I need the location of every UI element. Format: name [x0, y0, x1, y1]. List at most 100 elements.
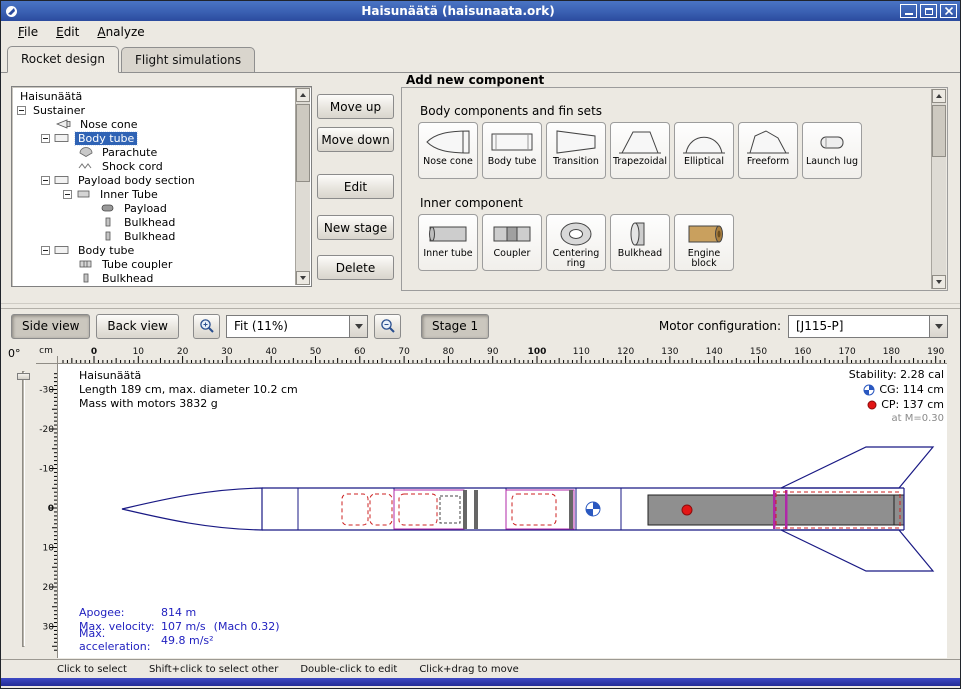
apogee-value: 814 m [161, 606, 196, 619]
add-inner-tube-button[interactable]: Inner tube [418, 214, 478, 271]
delete-button[interactable]: Delete [317, 255, 394, 280]
tree-item-shock-cord[interactable]: Shock cord [13, 159, 295, 173]
rocket-view[interactable]: 0° cm 0102030405060708090100110120130140… [1, 343, 960, 659]
bulkhead-mark[interactable] [474, 490, 478, 529]
hint-click-select: Click to select [57, 664, 127, 675]
hint-click-drag: Click+drag to move [419, 664, 518, 675]
hint-double-click: Double-click to edit [300, 664, 397, 675]
chevron-down-icon[interactable] [349, 316, 367, 337]
tree-item-body-tube[interactable]: Body tube [13, 243, 295, 257]
move-down-button[interactable]: Move down [317, 127, 394, 152]
add-engine-block-button[interactable]: Engine block [674, 214, 734, 271]
cg-marker [586, 502, 600, 516]
svg-text:190: 190 [927, 347, 944, 357]
new-stage-button[interactable]: New stage [317, 215, 394, 240]
shock-cord-icon [78, 161, 96, 171]
menu-analyze[interactable]: Analyze [88, 22, 153, 42]
move-up-button[interactable]: Move up [317, 94, 394, 119]
tree-item-label: Payload body section [75, 174, 198, 187]
tab-rocket-design[interactable]: Rocket design [7, 46, 119, 73]
tree-item-bulkhead[interactable]: Bulkhead [13, 229, 295, 243]
max-acceleration-label: Max. acceleration: [79, 627, 161, 653]
scroll-down-icon[interactable] [932, 275, 946, 289]
add-transition-button[interactable]: Transition [546, 122, 606, 179]
svg-text:0: 0 [48, 504, 54, 514]
transition-icon [553, 126, 599, 157]
max-velocity-mach: (Mach 0.32) [214, 620, 280, 633]
tree-item-label: Bulkhead [121, 230, 178, 243]
bulkhead-mark[interactable] [569, 490, 573, 529]
motor-configuration-value: [J115-P] [789, 316, 929, 337]
add-bulkhead-button[interactable]: Bulkhead [610, 214, 670, 271]
tree-item-parachute[interactable]: Parachute [13, 145, 295, 159]
add-launch-lug-button[interactable]: Launch lug [802, 122, 862, 179]
title-bar[interactable]: Haisunäätä (haisunaata.ork) [1, 1, 960, 21]
cg-readout: CG: 114 cm [879, 383, 944, 396]
scroll-thumb[interactable] [932, 105, 946, 157]
scroll-thumb[interactable] [296, 104, 310, 182]
stability-legend: Stability: 2.28 cal CG: 114 cm CP: 137 c… [849, 367, 944, 424]
tree-item-rocket[interactable]: Haisunäätä [13, 89, 295, 103]
collapse-icon[interactable] [41, 246, 50, 255]
svg-text:90: 90 [487, 347, 499, 357]
add-coupler-button[interactable]: Coupler [482, 214, 542, 271]
scroll-up-icon[interactable] [932, 89, 946, 103]
centering-ring-mark[interactable] [773, 490, 776, 529]
edit-button[interactable]: Edit [317, 174, 394, 199]
tree-item-bulkhead[interactable]: Bulkhead [13, 271, 295, 285]
add-centering-ring-button[interactable]: Centering ring [546, 214, 606, 271]
collapse-icon[interactable] [63, 190, 72, 199]
tree-item-bulkhead[interactable]: Bulkhead [13, 215, 295, 229]
tree-scrollbar[interactable] [295, 88, 310, 285]
close-button[interactable] [940, 4, 957, 18]
bulkhead-mark[interactable] [463, 490, 467, 529]
scroll-up-icon[interactable] [296, 88, 310, 102]
add-body-tube-button[interactable]: Body tube [482, 122, 542, 179]
svg-text:20: 20 [177, 347, 189, 357]
tree-item-payload[interactable]: Payload [13, 201, 295, 215]
tree-item-label: Inner Tube [97, 188, 161, 201]
tree-item-sustainer[interactable]: Sustainer [13, 103, 295, 117]
stage-1-toggle[interactable]: Stage 1 [421, 314, 489, 339]
tree-item-nose-cone[interactable]: Nose cone [13, 117, 295, 131]
menu-file[interactable]: File [9, 22, 47, 42]
tab-flight-simulations[interactable]: Flight simulations [121, 47, 255, 72]
maximize-button[interactable] [920, 4, 937, 18]
centering-ring-mark[interactable] [785, 490, 788, 529]
tree-item-inner-tube[interactable]: Inner Tube [13, 187, 295, 201]
rotation-slider-thumb[interactable] [17, 373, 30, 380]
collapse-icon[interactable] [41, 134, 50, 143]
group-label-body-components: Body components and fin sets [420, 104, 602, 118]
inner-tube-icon [425, 218, 471, 249]
collapse-icon[interactable] [17, 106, 26, 115]
design-mass: Mass with motors 3832 g [79, 397, 218, 410]
elliptical-fin-icon [681, 126, 727, 157]
close-icon [945, 7, 953, 15]
back-view-button[interactable]: Back view [96, 314, 179, 339]
motor-configuration-select[interactable]: [J115-P] [788, 315, 948, 338]
tree-item-body-tube[interactable]: Body tube [13, 131, 295, 145]
add-trapezoidal-fin-button[interactable]: Trapezoidal [610, 122, 670, 179]
svg-text:10: 10 [133, 347, 145, 357]
add-freeform-fin-button[interactable]: Freeform [738, 122, 798, 179]
stability-text: Stability: 2.28 cal [849, 368, 944, 381]
palette-scrollbar[interactable] [931, 89, 946, 289]
svg-text:40: 40 [265, 347, 277, 357]
zoom-select[interactable]: Fit (11%) [226, 315, 368, 338]
mach-condition: at M=0.30 [849, 413, 944, 424]
minimize-button[interactable] [900, 4, 917, 18]
zoom-in-button[interactable] [193, 314, 220, 339]
scroll-down-icon[interactable] [296, 271, 310, 285]
zoom-out-button[interactable] [374, 314, 401, 339]
add-elliptical-fin-button[interactable]: Elliptical [674, 122, 734, 179]
collapse-icon[interactable] [41, 176, 50, 185]
tree-item-tube-coupler[interactable]: Tube coupler [13, 257, 295, 271]
nose-cone-icon [425, 126, 471, 157]
tree-item-payload-body-section[interactable]: Payload body section [13, 173, 295, 187]
chevron-down-icon[interactable] [929, 316, 947, 337]
menu-edit[interactable]: Edit [47, 22, 88, 42]
app-icon [4, 4, 19, 18]
side-view-button[interactable]: Side view [11, 314, 90, 339]
rotation-slider[interactable] [22, 371, 25, 647]
add-nose-cone-button[interactable]: Nose cone [418, 122, 478, 179]
